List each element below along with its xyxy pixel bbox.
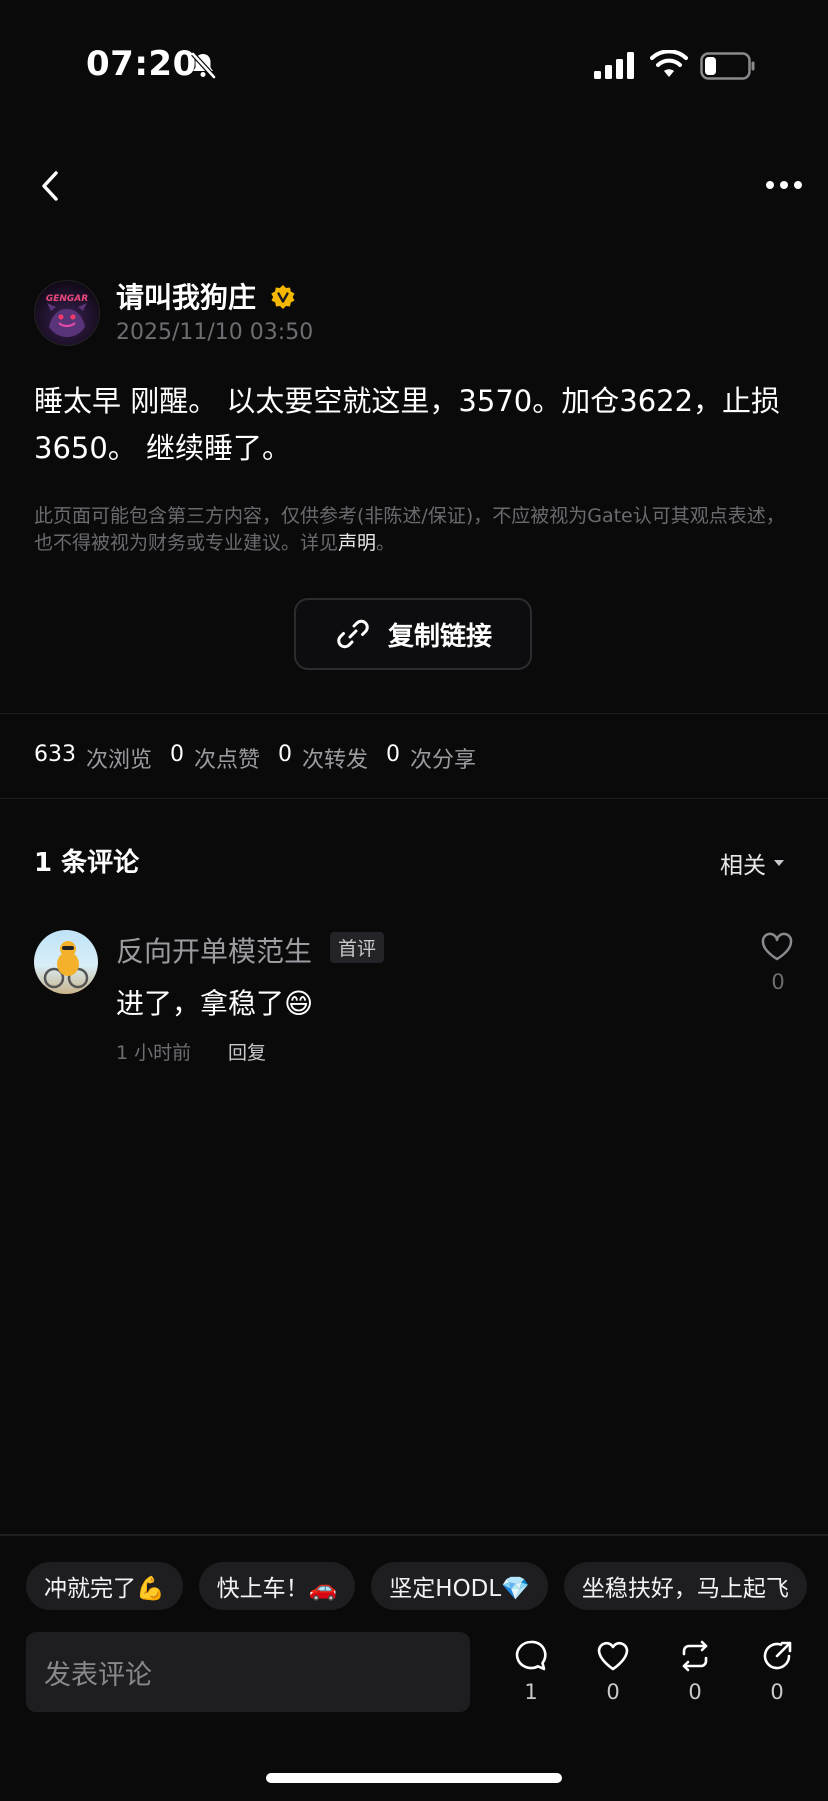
post-stats: 633 次浏览 0 次点赞 0 次转发 0 次分享 <box>34 742 494 774</box>
verified-badge-icon <box>271 285 295 309</box>
shares-count: 0 <box>386 742 401 767</box>
more-options-icon[interactable] <box>764 178 804 192</box>
comment-like-icon[interactable] <box>760 932 794 962</box>
share-action[interactable]: 0 <box>752 1638 802 1704</box>
back-arrow-icon[interactable] <box>36 168 66 204</box>
status-time: 07:20 <box>86 44 197 84</box>
repost-action[interactable]: 0 <box>670 1638 720 1704</box>
likes-label: 次点赞 <box>194 748 261 773</box>
home-indicator[interactable] <box>266 1773 562 1783</box>
views-label: 次浏览 <box>86 748 153 773</box>
comment-text: 进了，拿稳了😄 <box>116 987 314 1020</box>
link-icon <box>337 619 369 649</box>
reply-button[interactable]: 回复 <box>228 1038 266 1065</box>
repost-icon <box>682 1640 708 1672</box>
avatar-logo-text: GENGAR <box>46 294 88 304</box>
post-body: 睡太早 刚醒。 以太要空就这里，3570。加仓3622，止损3650。 继续睡了… <box>34 384 781 465</box>
comment-time: 1 小时前 <box>116 1042 192 1064</box>
sort-dropdown[interactable]: 相关 <box>720 846 786 880</box>
comment-input[interactable]: 发表评论 <box>26 1632 470 1712</box>
quick-reply-chip[interactable]: 快上车！🚗 <box>198 1562 356 1610</box>
like-action[interactable]: 0 <box>588 1638 638 1704</box>
caret-down-icon <box>774 860 784 866</box>
disclaimer-link[interactable]: 声明 <box>338 532 376 554</box>
author-avatar[interactable]: GENGAR <box>34 280 100 346</box>
commenter-name[interactable]: 反向开单模范生 <box>116 930 312 970</box>
copy-link-label: 复制链接 <box>387 621 492 652</box>
commenter-avatar[interactable] <box>34 930 98 994</box>
repost-count: 0 <box>688 1680 702 1704</box>
disclaimer: 此页面可能包含第三方内容，仅供参考(非陈述/保证)，不应被视为Gate认可其观点… <box>34 503 794 557</box>
disclaimer-end: 。 <box>376 532 396 554</box>
wifi-icon <box>650 50 688 77</box>
cellular-signal-icon <box>594 52 634 79</box>
battery-icon <box>700 52 755 80</box>
quick-reply-chip[interactable]: 坐稳扶好，马上起飞 <box>563 1562 807 1610</box>
quick-reply-chip[interactable]: 冲就完了💪 <box>26 1562 183 1610</box>
bottom-separator <box>0 1534 828 1536</box>
reposts-label: 次转发 <box>302 748 369 773</box>
comment-count: 1 <box>524 1680 538 1704</box>
comment-like-count: 0 <box>771 970 785 994</box>
heart-icon <box>597 1641 629 1671</box>
comment-action[interactable]: 1 <box>506 1638 556 1704</box>
reposts-count: 0 <box>278 742 293 767</box>
bell-muted-icon <box>191 52 216 79</box>
divider <box>0 798 828 799</box>
share-icon <box>763 1641 792 1670</box>
views-count: 633 <box>34 742 76 767</box>
first-comment-badge: 首评 <box>330 932 385 963</box>
post-date: 2025/11/10 03:50 <box>116 320 314 345</box>
like-count: 0 <box>606 1680 620 1704</box>
comment-bubble-icon <box>515 1640 547 1671</box>
share-count: 0 <box>770 1680 784 1704</box>
sort-label: 相关 <box>720 853 766 879</box>
author-name[interactable]: 请叫我狗庄 <box>116 276 256 316</box>
shares-label: 次分享 <box>410 748 477 773</box>
quick-reply-chip[interactable]: 坚定HODL💎 <box>371 1562 548 1610</box>
divider <box>0 713 828 714</box>
quick-reply-chips: 冲就完了💪 快上车！🚗 坚定HODL💎 坐稳扶好，马上起飞 <box>26 1562 807 1610</box>
likes-count: 0 <box>170 742 185 767</box>
comments-title: 1 条评论 <box>34 848 140 878</box>
copy-link-button[interactable]: 复制链接 <box>294 598 532 670</box>
disclaimer-text: 此页面可能包含第三方内容，仅供参考(非陈述/保证)，不应被视为Gate认可其观点… <box>34 505 785 554</box>
